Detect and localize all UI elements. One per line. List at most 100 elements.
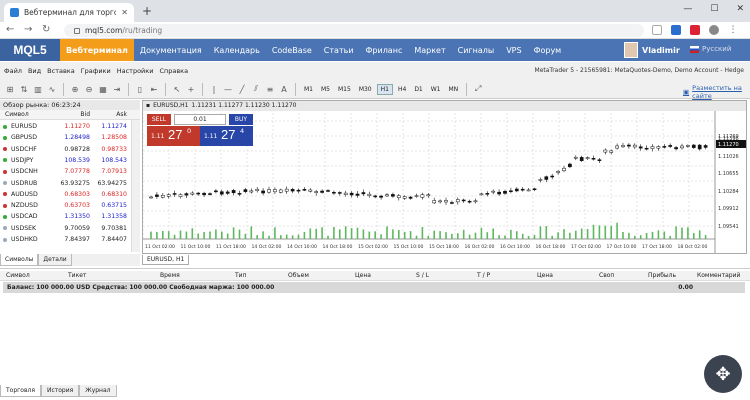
nav-signals[interactable]: Сигналы	[452, 39, 501, 61]
tf-m15[interactable]: M15	[335, 85, 354, 94]
period-separators-icon[interactable]: ▯	[134, 83, 146, 95]
tab-trade[interactable]: Торговля	[0, 385, 41, 397]
channel-icon[interactable]: ⫽	[250, 83, 262, 95]
tf-m30[interactable]: M30	[356, 85, 375, 94]
nav-webterminal[interactable]: Вебтерминал	[60, 39, 134, 61]
close-tab-icon[interactable]: ✕	[121, 8, 128, 17]
market-row[interactable]: EURUSD 1.11270 1.11274	[0, 121, 140, 132]
col-volume[interactable]: Объем	[288, 271, 309, 281]
crosshair-icon[interactable]: +	[185, 83, 197, 95]
fullscreen-icon[interactable]: ⤢	[472, 83, 484, 95]
menu-view[interactable]: Вид	[28, 67, 41, 75]
autoscroll-icon[interactable]: ⇥	[111, 83, 123, 95]
maximize-icon[interactable]: ☐	[710, 4, 718, 14]
tf-m1[interactable]: M1	[301, 85, 316, 94]
browser-tab[interactable]: Вебтерминал для торговой пла ✕	[4, 3, 134, 22]
tf-mn[interactable]: MN	[446, 85, 462, 94]
market-row[interactable]: GBPUSD 1.28498 1.28508	[0, 132, 140, 143]
menu-charts[interactable]: Графики	[81, 67, 111, 75]
col-ticket[interactable]: Тикет	[68, 271, 86, 281]
new-order-icon[interactable]: ⊞	[4, 83, 16, 95]
mql5-logo[interactable]: MQL5	[0, 39, 60, 61]
extension-icon[interactable]	[690, 25, 700, 35]
one-click-trade-icon[interactable]: ⇅	[18, 83, 30, 95]
col-price[interactable]: Цена	[355, 271, 371, 281]
chart-tab[interactable]: EURUSD, H1	[142, 255, 190, 265]
tf-w1[interactable]: W1	[428, 85, 444, 94]
nav-articles[interactable]: Статьи	[318, 39, 360, 61]
text-tool-icon[interactable]: A	[278, 83, 290, 95]
sell-button[interactable]: SELL	[147, 114, 171, 125]
forward-icon[interactable]: →	[24, 24, 32, 35]
market-row[interactable]: AUDUSD 0.68303 0.68310	[0, 189, 140, 200]
market-row[interactable]: USDSEK 9.70059 9.70381	[0, 223, 140, 234]
tab-details[interactable]: Детали	[38, 254, 72, 266]
col-type[interactable]: Тип	[235, 271, 247, 281]
market-row[interactable]: USDHKD 7.84397 7.84407	[0, 234, 140, 245]
tf-h4[interactable]: H4	[395, 85, 409, 94]
sell-price[interactable]: 1.11 27 0	[147, 126, 200, 146]
col-ask[interactable]: Ask	[116, 110, 127, 120]
menu-insert[interactable]: Вставка	[47, 67, 75, 75]
tf-m5[interactable]: M5	[318, 85, 333, 94]
market-row[interactable]: USDRUB 63.93275 63.94275	[0, 178, 140, 189]
menu-help[interactable]: Справка	[159, 67, 188, 75]
nav-freelance[interactable]: Фриланс	[360, 39, 409, 61]
new-tab-button[interactable]: +	[142, 4, 152, 18]
fibonacci-icon[interactable]: ≡	[264, 83, 276, 95]
tf-d1[interactable]: D1	[411, 85, 425, 94]
col-bid[interactable]: Bid	[80, 110, 90, 120]
buy-button[interactable]: BUY	[229, 114, 253, 125]
tf-h1[interactable]: H1	[376, 83, 393, 95]
nav-forum[interactable]: Форум	[528, 39, 568, 61]
menu-settings[interactable]: Настройки	[117, 67, 154, 75]
menu-file[interactable]: Файл	[4, 67, 22, 75]
buy-price[interactable]: 1.11 27 4	[200, 126, 253, 146]
tab-history[interactable]: История	[40, 385, 80, 397]
tab-journal[interactable]: Журнал	[79, 385, 117, 397]
reload-icon[interactable]: ↻	[42, 24, 50, 35]
close-window-icon[interactable]: ✕	[736, 4, 744, 14]
tab-symbols[interactable]: Символы	[0, 254, 39, 266]
nav-market[interactable]: Маркет	[408, 39, 451, 61]
grid-icon[interactable]: ▦	[97, 83, 109, 95]
profile-icon[interactable]	[709, 25, 719, 35]
minimize-icon[interactable]: —	[683, 4, 692, 14]
market-row[interactable]: NZDUSD 0.63703 0.63715	[0, 200, 140, 211]
star-icon[interactable]	[652, 25, 662, 35]
language-selector[interactable]: Русский	[690, 45, 731, 53]
col-current-price[interactable]: Цена	[537, 271, 553, 281]
market-row[interactable]: USDCHF 0.98728 0.98733	[0, 144, 140, 155]
chart-bars-icon[interactable]: ▥	[32, 83, 44, 95]
back-icon[interactable]: ←	[6, 24, 14, 35]
col-trade-symbol[interactable]: Символ	[6, 271, 30, 281]
col-sl[interactable]: S / L	[416, 271, 429, 281]
nav-calendar[interactable]: Календарь	[208, 39, 266, 61]
zoom-in-icon[interactable]: ⊕	[69, 83, 81, 95]
col-tp[interactable]: T / P	[477, 271, 490, 281]
market-watch-scrollbar[interactable]	[131, 120, 140, 252]
translate-icon[interactable]	[671, 25, 681, 35]
trendline-icon[interactable]: ╱	[236, 83, 248, 95]
cursor-icon[interactable]: ↖	[171, 83, 183, 95]
nav-codebase[interactable]: CodeBase	[266, 39, 318, 61]
user-menu[interactable]: Vladimir	[624, 42, 680, 58]
col-swap[interactable]: Своп	[599, 271, 614, 281]
vertical-line-icon[interactable]: |	[208, 83, 220, 95]
col-profit[interactable]: Прибыль	[648, 271, 676, 281]
url-field[interactable]: mql5.com/ru/trading	[64, 24, 644, 37]
market-row[interactable]: USDCNH 7.07778 7.07913	[0, 166, 140, 177]
chart-line-icon[interactable]: ∿	[46, 83, 58, 95]
move-icon[interactable]: ✥	[704, 355, 742, 393]
lot-input[interactable]: 0.01	[174, 114, 226, 125]
col-symbol[interactable]: Символ	[5, 110, 29, 120]
nav-vps[interactable]: VPS	[500, 39, 527, 61]
market-row[interactable]: USDJPY 108.539 108.543	[0, 155, 140, 166]
zoom-out-icon[interactable]: ⊖	[83, 83, 95, 95]
chart-shift-icon[interactable]: ⇤	[148, 83, 160, 95]
col-comment[interactable]: Комментарий	[697, 271, 740, 281]
nav-docs[interactable]: Документация	[134, 39, 208, 61]
market-row[interactable]: USDCAD 1.31350 1.31358	[0, 211, 140, 222]
share-link[interactable]: ▣ Разместить на сайте	[683, 84, 750, 100]
horizontal-line-icon[interactable]: —	[222, 83, 234, 95]
